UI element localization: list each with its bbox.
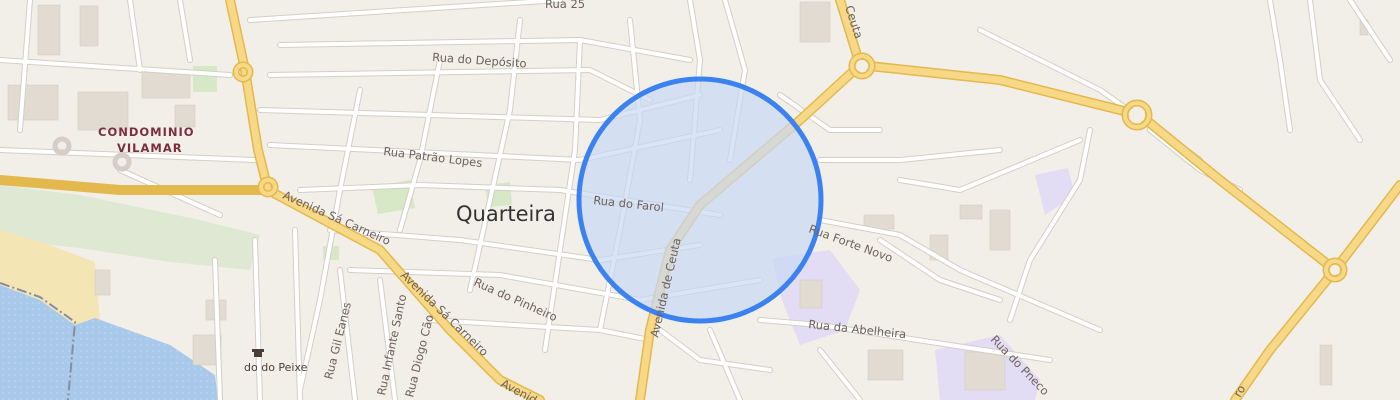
map-canvas[interactable]: Rua 25 Rua do Depósito Rua Patrão Lopes … [0,0,1400,400]
condominium-label-line1: CONDOMINIO [98,125,195,139]
place-label-quarteira: Quarteira [456,202,556,226]
street-label-rua-25: Rua 25 [545,0,585,11]
map-view[interactable]: Rua 25 Rua do Depósito Rua Patrão Lopes … [0,0,1400,400]
fish-market-label: do do Peixe [244,361,308,374]
condominium-label-line2: VILAMAR [117,141,183,155]
